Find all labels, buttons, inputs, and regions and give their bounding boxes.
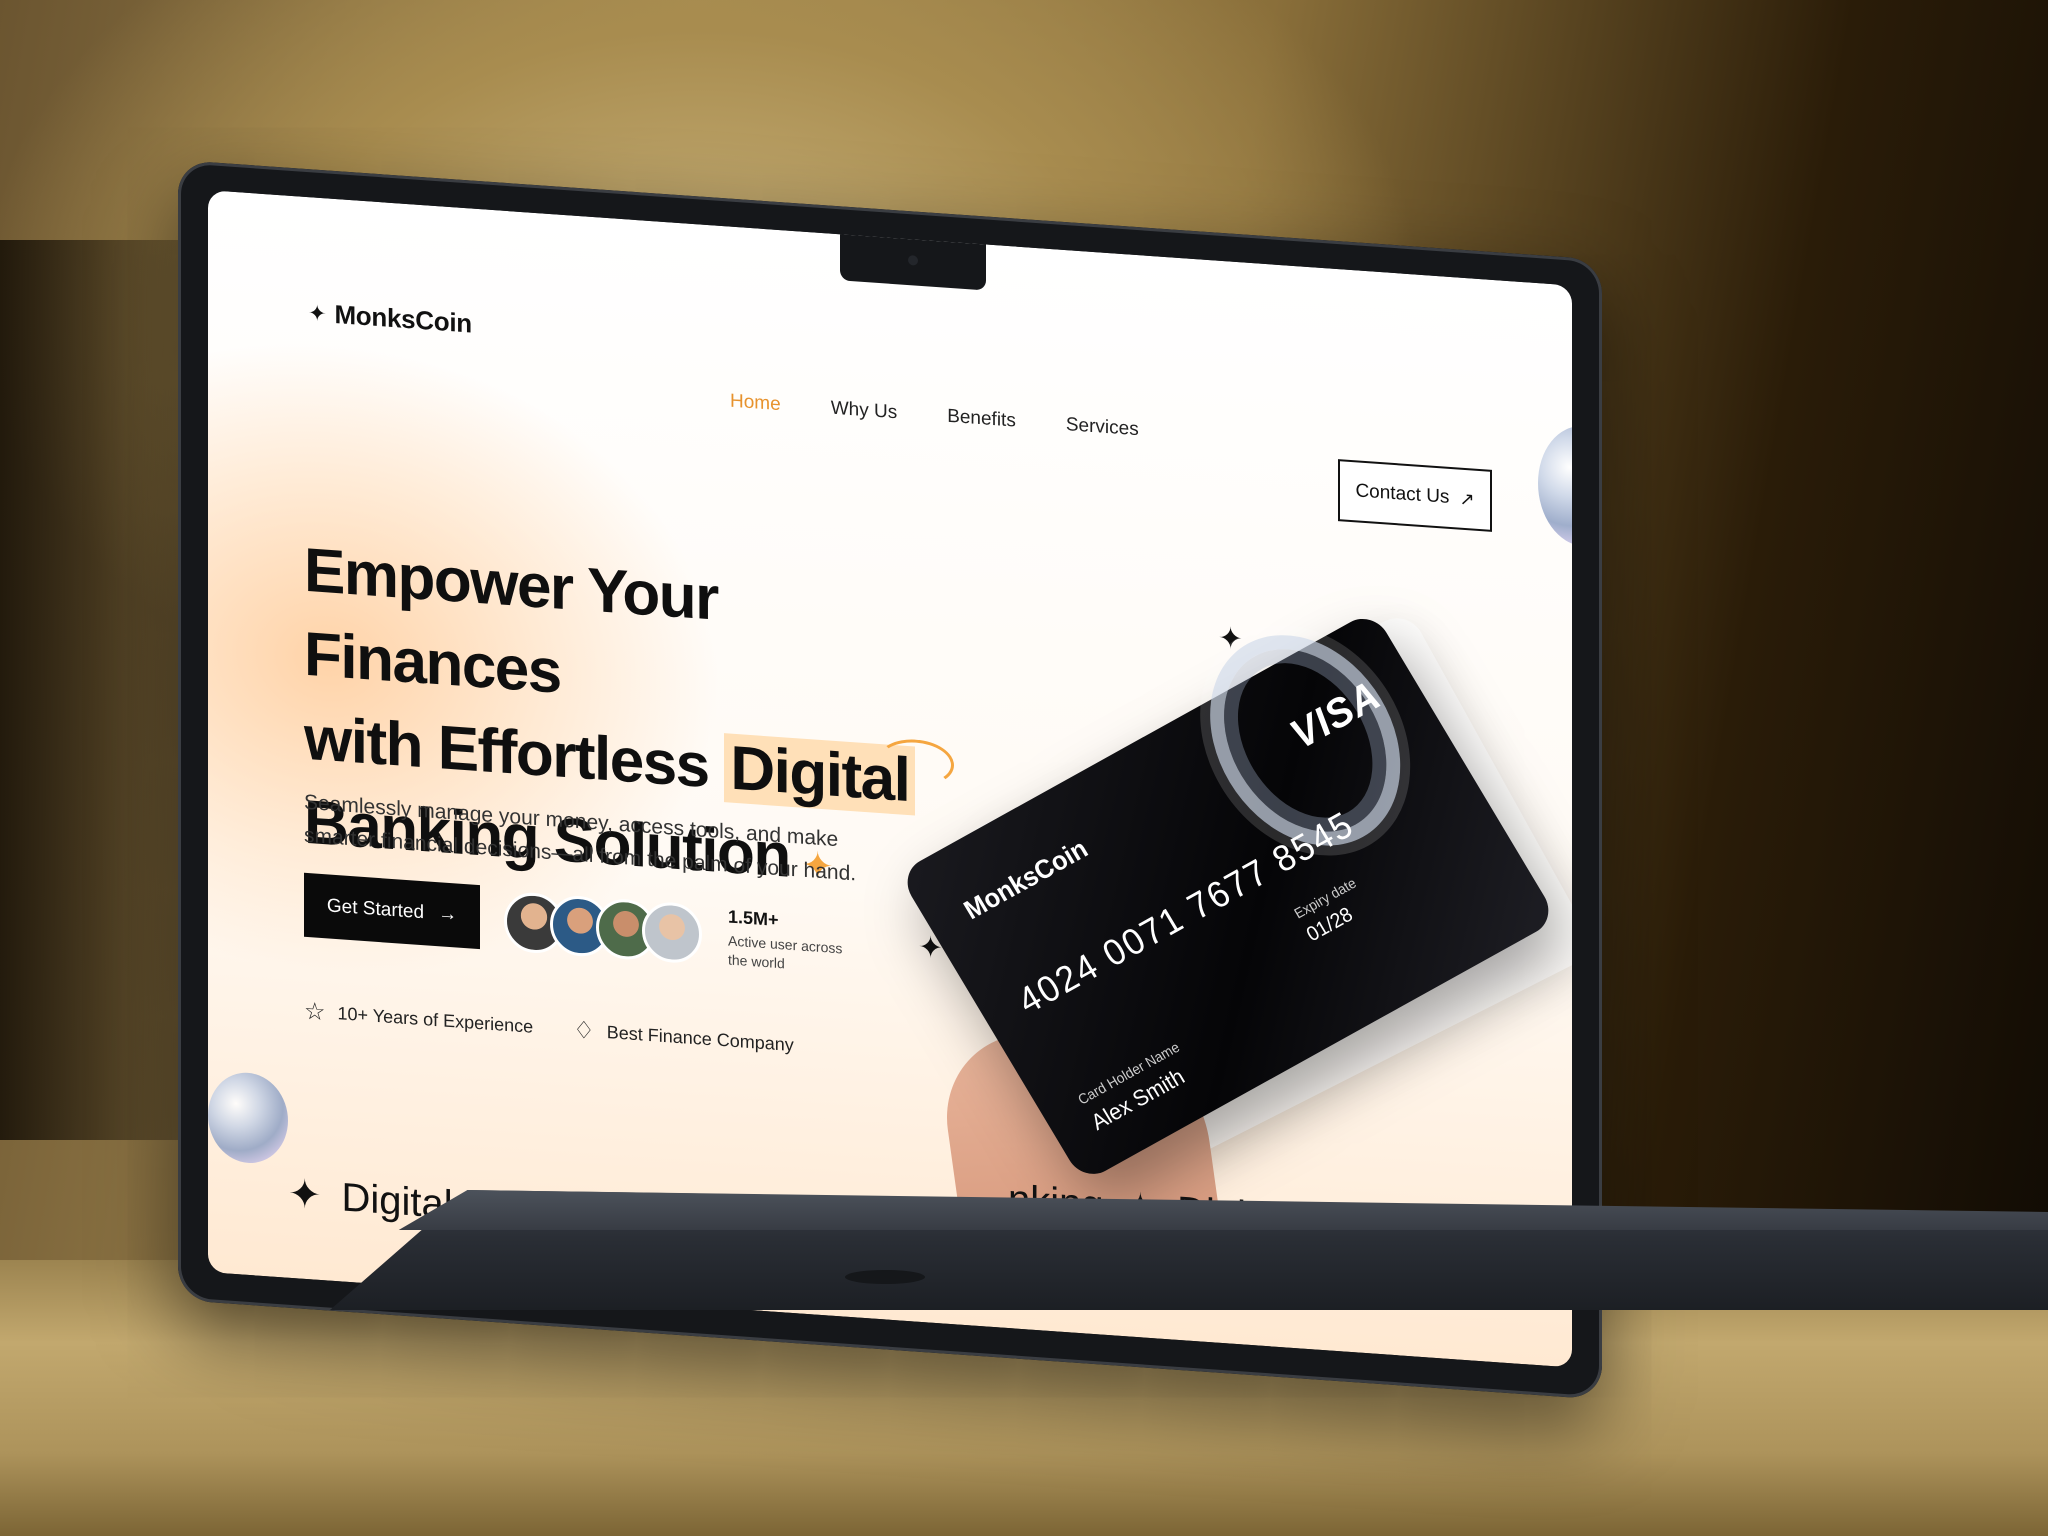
nav-item-why-us[interactable]: Why Us (831, 398, 898, 425)
badge-best-company: ♢ Best Finance Company (573, 1016, 794, 1060)
sparkle-icon: ✦ (288, 1171, 322, 1219)
hero-title-line2a: with Effortless (304, 703, 725, 802)
contact-us-label: Contact Us (1355, 480, 1450, 508)
glass-orb-decoration (208, 1070, 288, 1166)
get-started-button[interactable]: Get Started → (304, 872, 480, 950)
glass-orb-decoration (1538, 423, 1572, 550)
badge-experience: ☆ 10+ Years of Experience (304, 997, 533, 1042)
hero-title-line1: Empower Your Finances (304, 535, 718, 707)
active-users-stat: 1.5M+ Active user across the world (728, 906, 858, 978)
nav-item-home[interactable]: Home (730, 391, 781, 417)
brand-logo[interactable]: ✦ MonksCoin (308, 297, 472, 339)
diamond-icon: ♢ (573, 1016, 595, 1046)
nav-item-benefits[interactable]: Benefits (947, 406, 1016, 433)
laptop-foot (845, 1270, 925, 1284)
nav-item-services[interactable]: Services (1066, 414, 1139, 441)
avatar (642, 900, 702, 965)
arrow-right-icon: → (438, 903, 458, 926)
badge-label: 10+ Years of Experience (337, 1003, 534, 1037)
sparkle-icon: ✦ (308, 299, 327, 326)
brand-name: MonksCoin (334, 298, 472, 339)
user-avatars (504, 890, 702, 965)
main-nav: Home Why Us Benefits Services (730, 391, 1139, 442)
camera-notch (840, 234, 986, 291)
trust-badges: ☆ 10+ Years of Experience ♢ Best Finance… (304, 997, 794, 1060)
arrow-up-right-icon: ↗ (1459, 488, 1475, 510)
badge-label: Best Finance Company (606, 1021, 794, 1056)
stat-description: Active user across the world (728, 932, 843, 972)
laptop-screen: ✦ MonksCoin Home Why Us Benefits Service… (208, 190, 1572, 1368)
card-brand: MonksCoin (958, 832, 1093, 926)
get-started-label: Get Started (326, 895, 425, 924)
contact-us-button[interactable]: Contact Us ↗ (1338, 459, 1492, 532)
star-icon: ☆ (304, 997, 326, 1027)
